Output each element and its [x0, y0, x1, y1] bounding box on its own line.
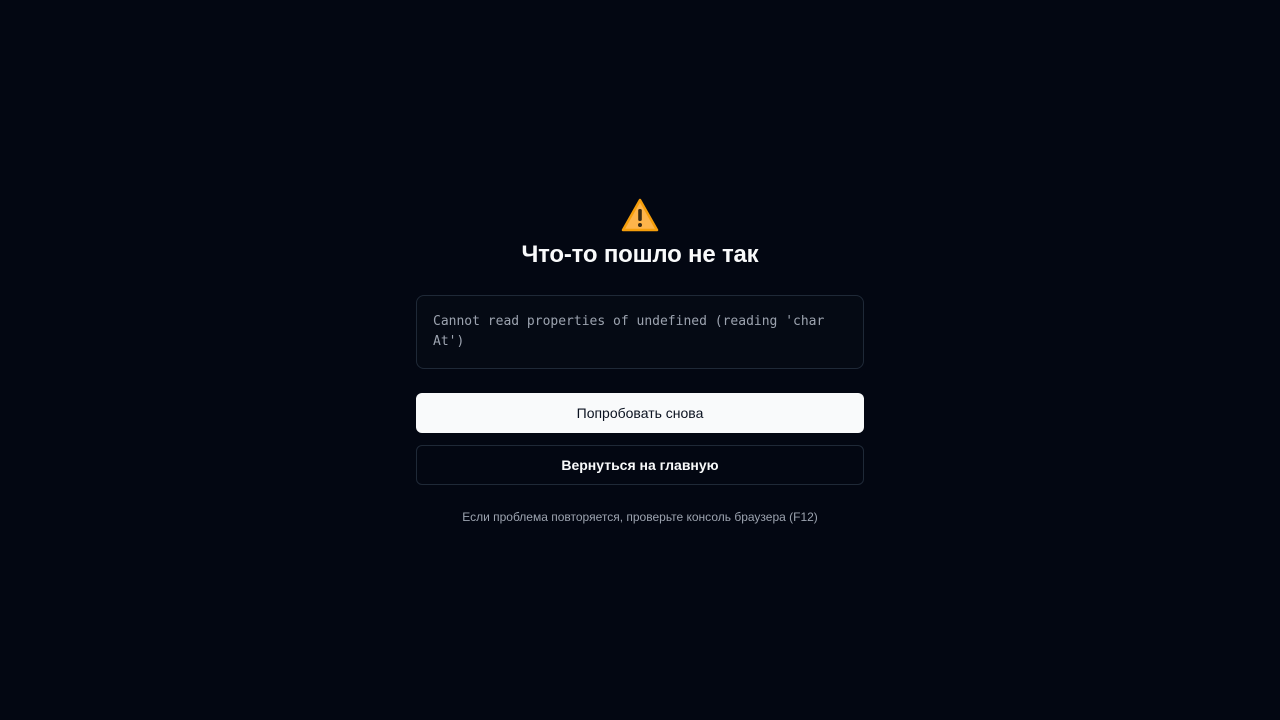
retry-button[interactable]: Попробовать снова: [416, 393, 864, 433]
error-page: Что-то пошло не так Cannot read properti…: [0, 0, 1280, 720]
warning-icon: [621, 198, 659, 232]
home-button[interactable]: Вернуться на главную: [416, 445, 864, 485]
error-message-box: Cannot read properties of undefined (rea…: [416, 295, 864, 369]
error-panel: Что-то пошло не так Cannot read properti…: [416, 198, 864, 525]
hint-text: Если проблема повторяется, проверьте кон…: [462, 510, 818, 524]
page-title: Что-то пошло не так: [521, 241, 759, 268]
error-message: Cannot read properties of undefined (rea…: [433, 314, 825, 349]
